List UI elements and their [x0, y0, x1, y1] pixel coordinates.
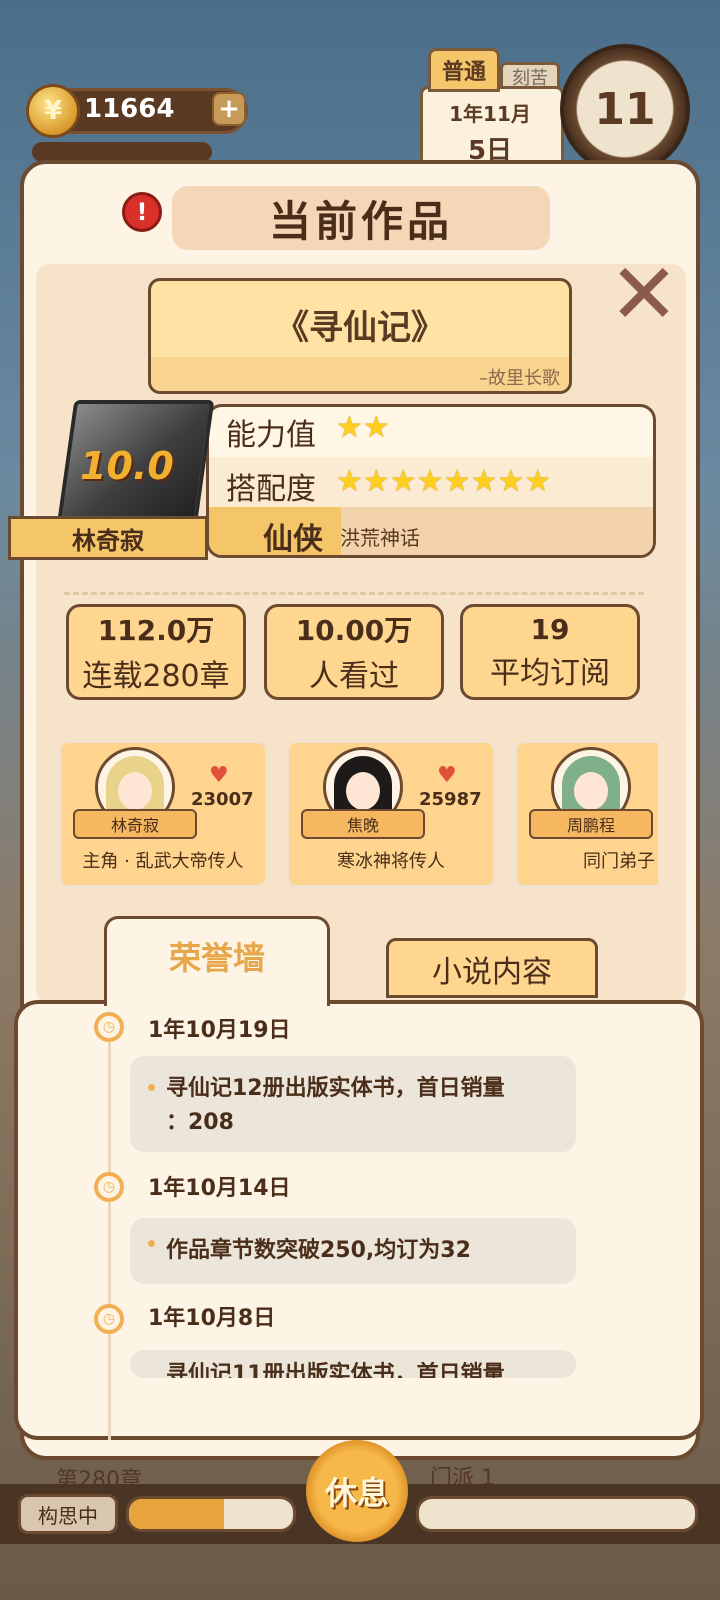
- timeline-date: 1年10月19日: [148, 1018, 291, 1043]
- stat-value: 112.0万: [97, 614, 215, 647]
- entry-text: 寻仙记12册出版实体书，首日销量: [166, 1076, 505, 1101]
- stat-value: 10.00万: [295, 614, 413, 647]
- timeline-date: 1年10月8日: [148, 1306, 276, 1331]
- clock-icon: ◷: [94, 1172, 124, 1202]
- stat-subscriptions: 19 平均订阅: [460, 604, 640, 700]
- character-name: 焦晚: [301, 809, 425, 839]
- rest-button[interactable]: 休息: [306, 1440, 408, 1542]
- character-role: 主角 · 乱武大帝传人: [82, 851, 244, 872]
- timeline-entry: 寻仙记12册出版实体书，首日销量 ：208: [130, 1056, 576, 1152]
- secondary-progress-bar: [416, 1496, 698, 1532]
- thinking-progress-bar: [126, 1496, 296, 1532]
- character-card[interactable]: ♥ 25987 焦晚 寒冰神将传人: [286, 740, 496, 888]
- genre-label: 仙侠: [263, 522, 323, 557]
- entry-text: 作品章节数突破250,均订为32: [166, 1238, 471, 1263]
- heart-icon: ♥: [209, 763, 229, 788]
- secondary-resource-bar: [32, 142, 212, 162]
- warning-icon[interactable]: !: [122, 192, 162, 232]
- stat-label: 人看过: [309, 659, 399, 694]
- character-card[interactable]: 周鹏程 同门弟子: [514, 740, 658, 888]
- clock-dial: 11: [560, 44, 690, 174]
- timeline-date: 1年10月14日: [148, 1176, 291, 1201]
- clock-icon: ◷: [94, 1304, 124, 1334]
- tab-honor-wall[interactable]: 荣誉墙: [104, 916, 330, 1006]
- character-role: 同门弟子: [583, 851, 655, 872]
- ability-label: 能力值: [226, 418, 316, 453]
- coin-count: 11664: [84, 94, 175, 124]
- thinking-status: 构思中: [18, 1494, 118, 1534]
- character-card[interactable]: ♥ 23007 林奇寂 主角 · 乱武大帝传人: [58, 740, 268, 888]
- stat-readers: 10.00万 人看过: [264, 604, 444, 700]
- timeline-line: [108, 1040, 111, 1440]
- book-title: 《寻仙记》: [275, 308, 445, 348]
- stat-value: 19: [530, 612, 570, 646]
- stat-label: 连载280章: [82, 659, 230, 694]
- timeline-entry: 作品章节数突破250,均订为32: [130, 1218, 576, 1284]
- stat-label: 平均订阅: [490, 655, 610, 691]
- heart-icon: ♥: [437, 763, 457, 788]
- entry-text: 寻仙记11册出版实体书，首日销量: [166, 1362, 505, 1378]
- subgenre-label: 洪荒神话: [340, 526, 420, 550]
- character-name: 林奇寂: [73, 809, 197, 839]
- ability-stars: ★★: [336, 410, 390, 445]
- affection-count: 25987: [419, 789, 482, 810]
- coin-icon: ¥: [26, 84, 80, 138]
- rest-label: 休息: [324, 1474, 389, 1512]
- close-button[interactable]: ✕: [604, 252, 684, 336]
- clock-value: 11: [594, 83, 656, 135]
- entry-text: ：208: [166, 1110, 234, 1135]
- character-list[interactable]: ♥ 23007 林奇寂 主角 · 乱武大帝传人 ♥ 25987 焦晚 寒冰神将传…: [58, 740, 658, 890]
- book-author: –故里长歌: [479, 368, 560, 389]
- tab-novel-content[interactable]: 小说内容: [386, 938, 598, 998]
- add-coins-button[interactable]: +: [212, 92, 246, 126]
- match-stars: ★★★★★★★★: [336, 464, 552, 499]
- affection-count: 23007: [191, 789, 254, 810]
- timeline-entry: 寻仙记11册出版实体书，首日销量: [130, 1350, 576, 1378]
- character-role: 寒冰神将传人: [337, 851, 445, 872]
- modal-title: 当前作品: [172, 186, 550, 250]
- character-name: 周鹏程: [529, 809, 653, 839]
- match-label: 搭配度: [226, 472, 316, 507]
- stat-word-count: 112.0万 连载280章: [66, 604, 246, 700]
- mode-tab-normal[interactable]: 普通: [428, 48, 500, 92]
- book-score: 10.0: [80, 444, 174, 488]
- divider: [64, 592, 644, 595]
- calendar-date: 1年11月: [449, 102, 531, 126]
- clock-icon: ◷: [94, 1012, 124, 1042]
- protagonist-ribbon: 林奇寂: [8, 516, 208, 560]
